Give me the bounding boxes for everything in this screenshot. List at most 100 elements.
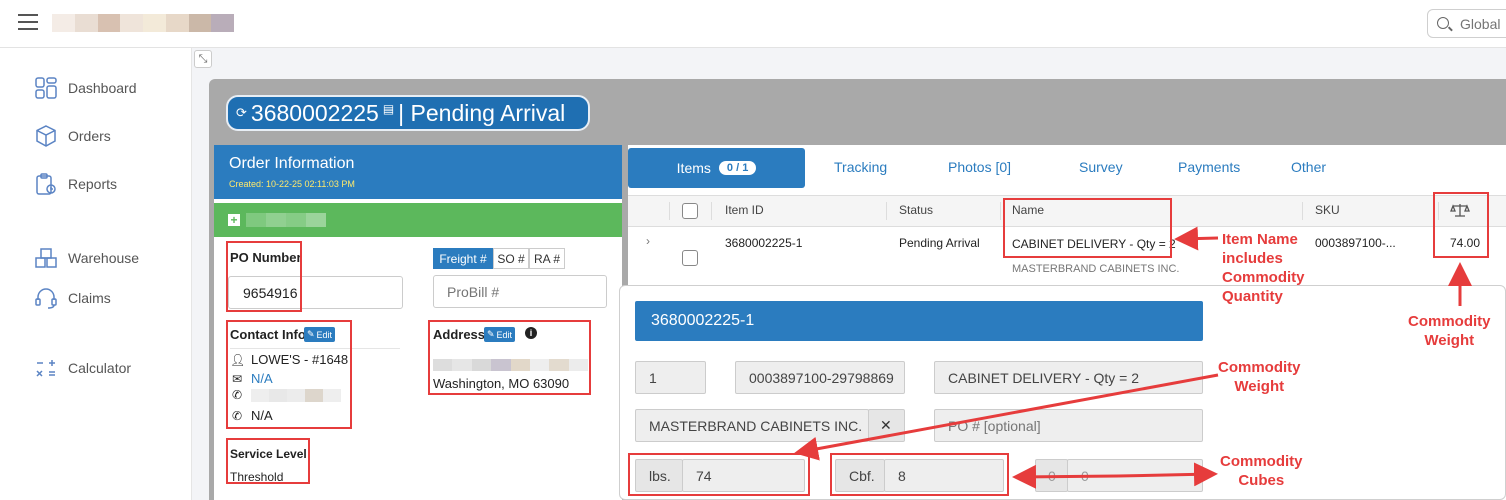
box-icon xyxy=(36,125,56,147)
annotation-line: Quantity xyxy=(1222,288,1283,305)
sidebar-item-label: Reports xyxy=(68,176,118,192)
refresh-icon[interactable]: ⟳ xyxy=(236,105,247,121)
warehouse-icon xyxy=(35,248,57,268)
report-icon xyxy=(36,173,56,195)
tab-items[interactable]: Items 0 / 1 xyxy=(628,148,805,188)
item-sku-field[interactable]: 0003897100-29798869 xyxy=(735,361,905,394)
hamburger-menu-icon[interactable] xyxy=(18,14,38,32)
tab-freight-number[interactable]: Freight # xyxy=(433,248,493,269)
company-logo-redacted xyxy=(52,14,234,32)
items-count-badge: 0 / 1 xyxy=(718,161,757,175)
annotation-weight-top: Commodity Weight xyxy=(1408,312,1491,350)
tab-ra-number[interactable]: RA # xyxy=(529,248,565,269)
column-separator xyxy=(711,202,712,220)
annotation-line: Item Name xyxy=(1222,231,1298,248)
global-search-box[interactable] xyxy=(1427,9,1506,38)
tab-payments[interactable]: Payments xyxy=(1178,159,1240,175)
tab-photos[interactable]: Photos [0] xyxy=(948,159,1011,175)
row-checkbox[interactable] xyxy=(682,250,698,266)
annotation-line: includes xyxy=(1222,250,1283,267)
sidebar-item-orders[interactable]: Orders xyxy=(34,124,111,148)
logo-pixel xyxy=(52,14,75,32)
item-vendor-field[interactable]: MASTERBRAND CABINETS INC. xyxy=(635,409,869,442)
expand-row-chevron-icon[interactable]: › xyxy=(646,234,650,248)
highlight-box-contact xyxy=(226,320,352,429)
row-status: Pending Arrival xyxy=(899,236,980,250)
item-po-input[interactable] xyxy=(934,409,1203,442)
annotation-line: Cubes xyxy=(1238,472,1285,489)
column-header-item-id[interactable]: Item ID xyxy=(725,203,764,217)
logo-pixel xyxy=(211,14,234,32)
highlight-box-cbf xyxy=(830,453,1009,496)
tab-so-number[interactable]: SO # xyxy=(493,248,529,269)
annotation-line: Commodity xyxy=(1220,453,1303,470)
row-item-id[interactable]: 3680002225-1 xyxy=(725,236,802,250)
item-detail-title: 3680002225-1 xyxy=(635,301,1203,341)
order-title-pill: ⟳ 3680002225 ▤ | Pending Arrival xyxy=(226,95,590,131)
calculator-icon xyxy=(36,360,55,377)
sidebar xyxy=(0,48,192,500)
column-header-sku[interactable]: SKU xyxy=(1315,203,1340,217)
customer-name-redacted xyxy=(246,213,326,227)
extra-field-b[interactable]: 0 xyxy=(1067,459,1203,492)
sidebar-item-label: Claims xyxy=(68,290,111,306)
highlight-box-address xyxy=(428,320,591,395)
highlight-box-name xyxy=(1003,198,1172,258)
plus-icon[interactable]: + xyxy=(228,214,240,226)
extra-value-a: 0 xyxy=(1048,467,1056,484)
annotation-weight-mid: Commodity Weight xyxy=(1218,358,1301,396)
select-all-checkbox[interactable] xyxy=(682,203,698,219)
close-icon: ✕ xyxy=(880,417,892,433)
row-vendor: MASTERBRAND CABINETS INC. xyxy=(1012,263,1180,275)
sidebar-item-reports[interactable]: Reports xyxy=(34,172,117,196)
top-bar xyxy=(0,0,1506,48)
item-name-value: CABINET DELIVERY - Qty = 2 xyxy=(948,369,1140,386)
column-separator xyxy=(886,202,887,220)
clear-vendor-button[interactable]: ✕ xyxy=(868,409,905,442)
annotation-cubes: Commodity Cubes xyxy=(1220,452,1303,490)
logo-pixel xyxy=(165,14,189,32)
global-search-input[interactable] xyxy=(1460,14,1506,34)
sidebar-item-calculator[interactable]: Calculator xyxy=(34,356,131,380)
tab-survey[interactable]: Survey xyxy=(1079,159,1123,175)
logo-pixel xyxy=(143,14,166,32)
logo-pixel xyxy=(188,14,212,32)
annotation-line: Weight xyxy=(1424,332,1475,349)
logo-pixel xyxy=(120,14,143,32)
item-vendor-value: MASTERBRAND CABINETS INC. xyxy=(649,417,863,434)
sidebar-item-dashboard[interactable]: Dashboard xyxy=(34,76,137,100)
order-information-header: Order Information Created: 10-22-25 02:1… xyxy=(214,145,622,199)
annotation-line: Weight xyxy=(1234,378,1285,395)
dashboard-icon xyxy=(35,77,57,99)
search-icon xyxy=(1437,17,1449,29)
column-separator xyxy=(669,202,670,220)
tab-tracking[interactable]: Tracking xyxy=(834,159,887,175)
sidebar-item-warehouse[interactable]: Warehouse xyxy=(34,246,139,270)
tab-items-label: Items xyxy=(676,160,711,176)
item-qty-field[interactable]: 1 xyxy=(635,361,706,394)
sidebar-item-claims[interactable]: Claims xyxy=(34,286,111,310)
annotation-line: Commodity xyxy=(1222,269,1305,286)
expand-icon[interactable]: ⤡ xyxy=(194,50,212,68)
extra-value-b: 0 xyxy=(1081,467,1089,484)
created-timestamp: Created: 10-22-25 02:11:03 PM xyxy=(229,179,355,189)
headset-icon xyxy=(35,288,57,309)
item-name-field[interactable]: CABINET DELIVERY - Qty = 2 xyxy=(934,361,1203,394)
column-header-status[interactable]: Status xyxy=(899,203,933,217)
highlight-box-lbs xyxy=(628,453,810,496)
extra-field-a[interactable]: 0 xyxy=(1035,459,1068,492)
item-sku-value: 0003897100-29798869 xyxy=(749,369,894,386)
annotation-line: Commodity xyxy=(1218,359,1301,376)
column-separator xyxy=(1000,202,1001,220)
tab-other[interactable]: Other xyxy=(1291,159,1326,175)
copy-icon[interactable]: ▤ xyxy=(383,102,394,116)
sidebar-item-label: Dashboard xyxy=(68,80,137,96)
highlight-box-weight xyxy=(1433,192,1489,258)
probill-input[interactable] xyxy=(433,275,607,308)
annotation-line: Commodity xyxy=(1408,313,1491,330)
customer-bar[interactable]: + xyxy=(214,203,622,237)
row-sku: 0003897100-... xyxy=(1315,236,1396,250)
sidebar-item-label: Orders xyxy=(68,128,111,144)
order-status: | Pending Arrival xyxy=(398,99,566,126)
logo-pixel xyxy=(97,14,121,32)
